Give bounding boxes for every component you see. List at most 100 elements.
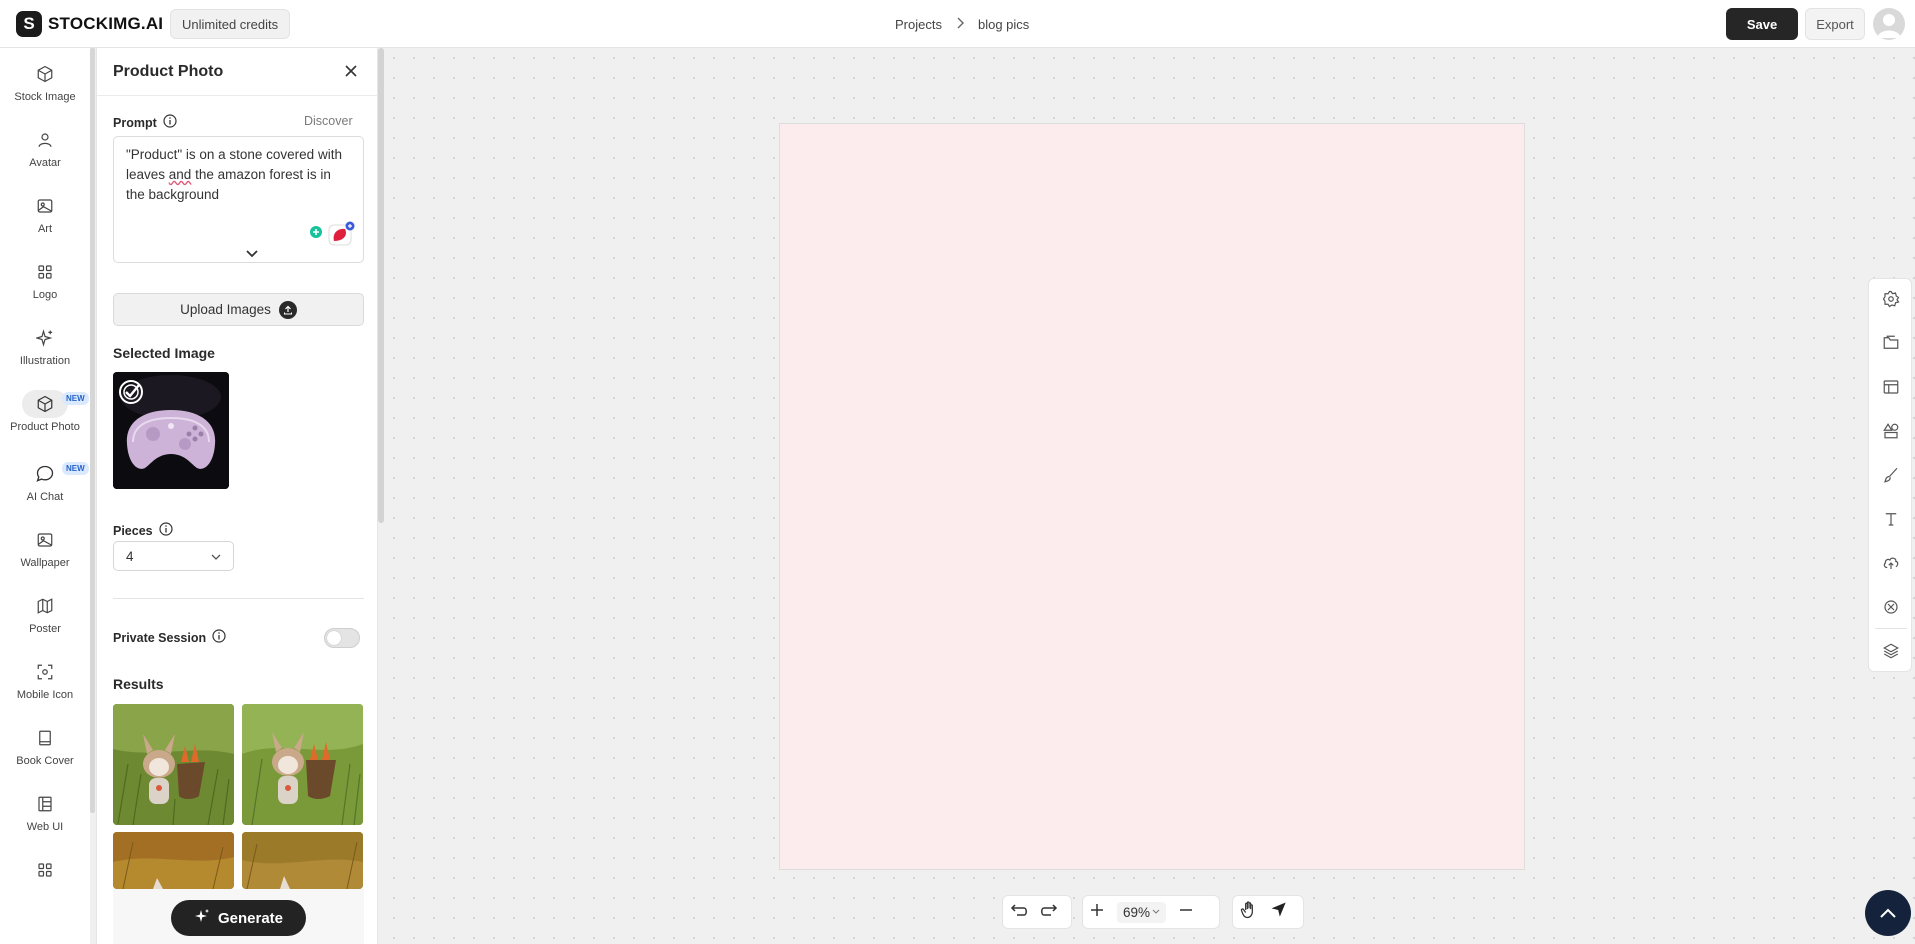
upload-images-button[interactable]: Upload Images [113, 293, 364, 326]
redo-icon[interactable] [1039, 901, 1059, 924]
info-icon[interactable] [163, 114, 177, 131]
upload-images-label: Upload Images [180, 302, 271, 317]
selected-image-thumbnail[interactable] [113, 372, 229, 489]
grid-icon [31, 856, 59, 884]
nav-item-label: Art [37, 223, 53, 235]
check-circle-icon [117, 378, 145, 411]
nav-item-label: Illustration [19, 355, 71, 367]
breadcrumb: Projects blog pics [895, 16, 1029, 32]
folder-icon[interactable] [1881, 333, 1901, 353]
prompt-textarea[interactable]: "Product" is on a stone covered with lea… [113, 136, 364, 263]
save-button[interactable]: Save [1726, 8, 1798, 40]
panel-title: Product Photo [113, 63, 224, 80]
nav-item-product-photo[interactable]: NEW Product Photo [0, 390, 90, 446]
zoom-value: 69% [1123, 904, 1151, 920]
nav-item-more[interactable] [0, 856, 90, 884]
nav-item-avatar[interactable]: Avatar [0, 126, 90, 182]
selected-image-label: Selected Image [113, 345, 215, 361]
assistant-extension-icon[interactable] [328, 221, 356, 253]
nav-item-wallpaper[interactable]: Wallpaper [0, 526, 90, 582]
layout-icon [31, 790, 59, 818]
nav-item-label: Avatar [29, 157, 61, 169]
export-button[interactable]: Export [1805, 8, 1865, 40]
nav-item-poster[interactable]: Poster [0, 592, 90, 648]
chevron-up-icon [1880, 908, 1896, 918]
box-icon [22, 390, 68, 418]
zoom-in-icon[interactable] [1089, 902, 1105, 923]
cube-icon [31, 60, 59, 88]
user-icon [31, 126, 59, 154]
nav-item-book-cover[interactable]: Book Cover [0, 724, 90, 780]
new-badge: NEW [62, 392, 89, 405]
zoom-select[interactable]: 69% [1117, 901, 1167, 923]
nav-item-illustration[interactable]: Illustration [0, 324, 90, 380]
nav-item-label: Book Cover [16, 755, 74, 767]
discover-link[interactable]: Discover [304, 114, 353, 128]
grid-icon [31, 258, 59, 286]
result-thumbnail[interactable] [242, 704, 363, 825]
close-icon[interactable] [344, 64, 358, 83]
layers-icon[interactable] [1881, 641, 1901, 661]
nav-item-label: Stock Image [14, 91, 76, 103]
info-icon[interactable] [159, 522, 173, 539]
prompt-label-text: Prompt [113, 115, 157, 130]
nav-item-stock-image[interactable]: Stock Image [0, 60, 90, 116]
credits-badge[interactable]: Unlimited credits [170, 9, 291, 39]
grammar-extension-icon[interactable] [307, 224, 325, 250]
image-icon [31, 192, 59, 220]
generate-label: Generate [217, 909, 284, 927]
pieces-label-text: Pieces [113, 523, 153, 538]
avatar[interactable] [1873, 8, 1905, 40]
private-session-label-text: Private Session [113, 630, 207, 645]
generate-button[interactable]: Generate [171, 900, 306, 936]
chevron-down-icon[interactable] [245, 245, 259, 265]
pieces-label: Pieces [113, 522, 173, 539]
nav-item-ai-chat[interactable]: NEW AI Chat [0, 460, 90, 516]
breadcrumb-projects[interactable]: Projects [895, 17, 942, 32]
nav-item-label: Mobile Icon [16, 689, 74, 701]
info-icon[interactable] [212, 629, 226, 646]
nav-item-logo[interactable]: Logo [0, 258, 90, 314]
text-icon[interactable] [1881, 509, 1901, 529]
nav-item-label: Wallpaper [20, 557, 70, 569]
panel-header: Product Photo [97, 48, 379, 96]
zoom-controls: 69% [1082, 895, 1220, 929]
image-icon [31, 526, 59, 554]
book-icon [31, 724, 59, 752]
layout-icon[interactable] [1881, 377, 1901, 397]
focus-icon [31, 658, 59, 686]
prompt-label: Prompt [113, 114, 177, 131]
breadcrumb-project-name[interactable]: blog pics [978, 17, 1029, 32]
pointer-tool-icon[interactable] [1269, 900, 1289, 925]
shapes-icon[interactable] [1881, 421, 1901, 441]
nav-item-label: AI Chat [26, 491, 64, 503]
divider [113, 598, 364, 599]
result-thumbnail[interactable] [113, 704, 234, 825]
scroll-to-top-button[interactable] [1865, 890, 1911, 936]
zoom-out-icon[interactable] [1178, 902, 1194, 923]
result-thumbnail[interactable] [113, 832, 234, 889]
cloud-upload-icon[interactable] [1881, 553, 1901, 573]
settings-gear-icon[interactable] [1881, 289, 1901, 309]
nav-item-label: Poster [29, 623, 61, 635]
top-bar: S STOCKIMG.AI Unlimited credits Projects… [0, 0, 1915, 48]
nav-item-web-ui[interactable]: Web UI [0, 790, 90, 846]
brush-icon[interactable] [1881, 465, 1901, 485]
nav-item-art[interactable]: Art [0, 192, 90, 248]
nav-item-label: Logo [32, 289, 58, 301]
toolbar-divider [1875, 628, 1907, 629]
result-thumbnail[interactable] [242, 832, 363, 889]
pieces-value: 4 [126, 548, 134, 564]
upload-icon [278, 300, 297, 319]
logo-text: STOCKIMG.AI [48, 14, 164, 33]
private-session-toggle[interactable] [324, 628, 360, 648]
brand-logo[interactable]: S STOCKIMG.AI [16, 11, 163, 37]
hand-tool-icon[interactable] [1239, 900, 1259, 925]
pieces-select[interactable]: 4 [113, 541, 234, 571]
sidebar-scrollbar[interactable] [90, 48, 95, 813]
palette-icon[interactable] [1881, 597, 1901, 617]
undo-icon[interactable] [1009, 901, 1029, 924]
artboard[interactable] [779, 123, 1525, 870]
logo-mark: S [16, 11, 42, 37]
nav-item-mobile-icon[interactable]: Mobile Icon [0, 658, 90, 714]
